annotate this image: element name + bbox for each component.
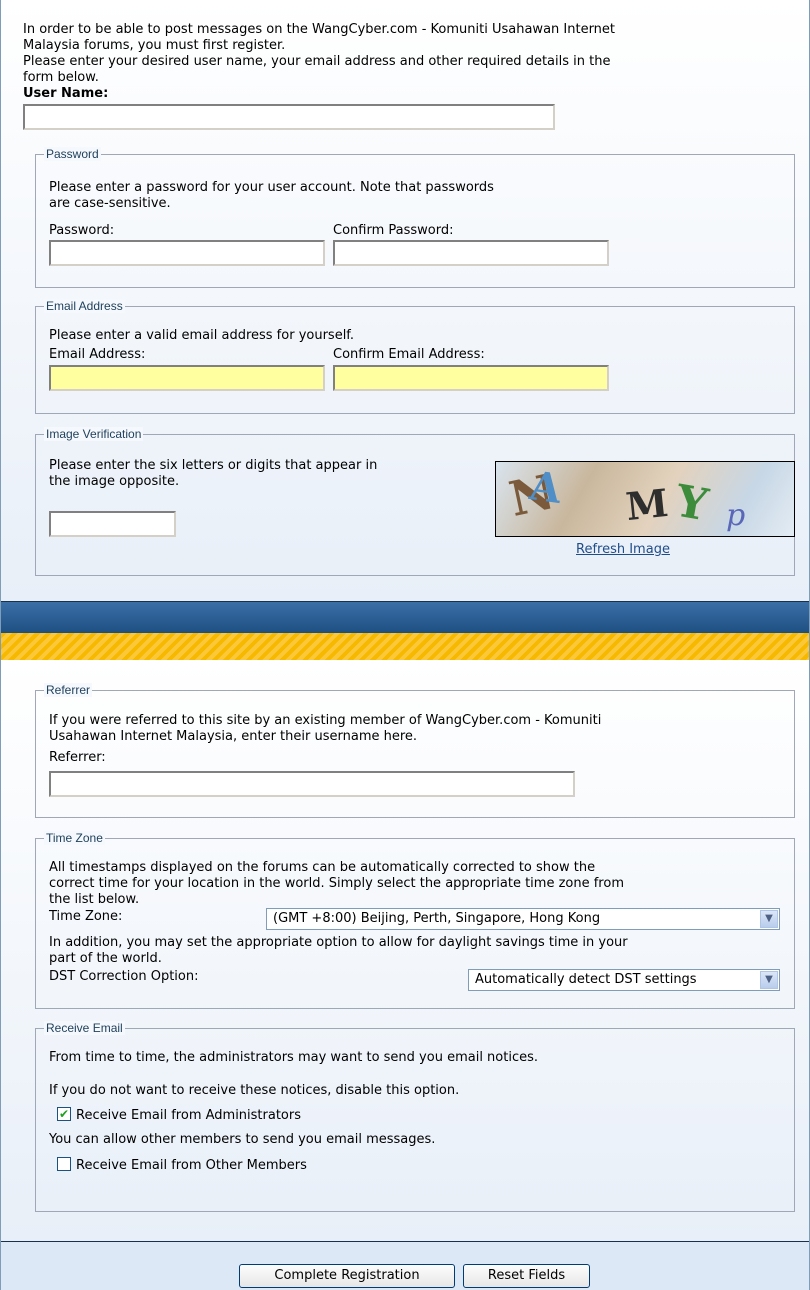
timezone-legend: Time Zone xyxy=(44,831,105,845)
image-verification-fieldset: Image Verification Please enter the six … xyxy=(35,427,795,576)
captcha-glyph-2: A xyxy=(526,462,565,513)
dst-label: DST Correction Option: xyxy=(49,969,199,984)
admin-email-checkbox[interactable]: ✔ xyxy=(57,1107,71,1121)
confirm-password-input[interactable] xyxy=(333,240,609,266)
header-bar xyxy=(1,601,809,634)
captcha-glyph-5: p xyxy=(726,498,746,533)
receive-email-fieldset: Receive Email From time to time, the adm… xyxy=(35,1021,795,1212)
verification-help-line-2: the image opposite. xyxy=(49,474,180,489)
dst-help-line-1: In addition, you may set the appropriate… xyxy=(49,935,628,950)
password-input[interactable] xyxy=(49,240,325,266)
email-legend: Email Address xyxy=(44,299,125,313)
username-label: User Name: xyxy=(23,86,109,101)
username-input[interactable] xyxy=(23,104,555,130)
captcha-image: N A M Y p xyxy=(495,461,795,537)
verification-code-input[interactable] xyxy=(49,511,176,537)
referrer-help: If you were referred to this site by an … xyxy=(49,713,789,745)
stripe-bar xyxy=(1,633,809,661)
complete-registration-button[interactable]: Complete Registration xyxy=(239,1264,455,1288)
referrer-label: Referrer: xyxy=(49,750,106,765)
receive-email-legend: Receive Email xyxy=(44,1021,125,1035)
intro-line-3: Please enter your desired user name, you… xyxy=(23,54,611,69)
confirm-password-label: Confirm Password: xyxy=(333,223,454,238)
receive-email-help-1: From time to time, the administrators ma… xyxy=(49,1050,539,1065)
image-verification-legend: Image Verification xyxy=(44,427,144,441)
password-help-line-2: are case-sensitive. xyxy=(49,196,171,211)
password-help: Please enter a password for your user ac… xyxy=(49,180,649,212)
timezone-fieldset: Time Zone All timestamps displayed on th… xyxy=(35,831,795,1009)
timezone-selected-value: (GMT +8:00) Beijing, Perth, Singapore, H… xyxy=(273,911,601,926)
intro-line-4: form below. xyxy=(23,70,99,85)
reset-fields-button[interactable]: Reset Fields xyxy=(463,1264,590,1288)
timezone-label: Time Zone: xyxy=(49,909,123,924)
dst-select[interactable]: Automatically detect DST settings ▼ xyxy=(468,969,780,991)
verification-help-line-1: Please enter the six letters or digits t… xyxy=(49,458,378,473)
referrer-legend: Referrer xyxy=(44,683,93,697)
registration-page: In order to be able to post messages on … xyxy=(0,0,810,1290)
timezone-help-line-1: All timestamps displayed on the forums c… xyxy=(49,860,596,875)
confirm-email-input[interactable] xyxy=(333,365,609,391)
dst-help-line-2: part of the world. xyxy=(49,951,162,966)
email-input[interactable] xyxy=(49,365,325,391)
dst-help: In addition, you may set the appropriate… xyxy=(49,935,789,967)
email-fieldset: Email Address Please enter a valid email… xyxy=(35,299,795,414)
intro-text: In order to be able to post messages on … xyxy=(23,22,793,86)
checkmark-icon: ✔ xyxy=(58,1107,70,1121)
confirm-email-label: Confirm Email Address: xyxy=(333,347,485,362)
refresh-image-link[interactable]: Refresh Image xyxy=(576,542,670,557)
referrer-help-line-1: If you were referred to this site by an … xyxy=(49,713,602,728)
chevron-down-icon[interactable]: ▼ xyxy=(760,971,778,989)
dst-selected-value: Automatically detect DST settings xyxy=(475,972,697,987)
timezone-help-line-3: the list below. xyxy=(49,892,140,907)
captcha-glyph-3: M xyxy=(623,479,671,530)
intro-line-2: Malaysia forums, you must first register… xyxy=(23,38,286,53)
password-legend: Password xyxy=(44,147,101,161)
members-email-checkbox[interactable] xyxy=(57,1157,71,1171)
intro-line-1: In order to be able to post messages on … xyxy=(23,22,616,37)
email-help: Please enter a valid email address for y… xyxy=(49,328,355,343)
referrer-input[interactable] xyxy=(49,771,575,797)
form-footer: Complete Registration Reset Fields xyxy=(1,1241,809,1290)
password-label: Password: xyxy=(49,223,115,238)
referrer-fieldset: Referrer If you were referred to this si… xyxy=(35,683,795,818)
verification-help: Please enter the six letters or digits t… xyxy=(49,458,469,490)
registration-details-panel: In order to be able to post messages on … xyxy=(1,0,809,601)
receive-email-help-3: You can allow other members to send you … xyxy=(49,1132,436,1147)
email-label: Email Address: xyxy=(49,347,146,362)
timezone-help-line-2: correct time for your location in the wo… xyxy=(49,876,624,891)
admin-email-checkbox-label[interactable]: Receive Email from Administrators xyxy=(76,1108,301,1124)
password-help-line-1: Please enter a password for your user ac… xyxy=(49,180,494,195)
receive-email-help-2: If you do not want to receive these noti… xyxy=(49,1083,460,1098)
timezone-select[interactable]: (GMT +8:00) Beijing, Perth, Singapore, H… xyxy=(266,908,780,930)
referrer-help-line-2: Usahawan Internet Malaysia, enter their … xyxy=(49,729,418,744)
captcha-glyph-4: Y xyxy=(671,475,712,532)
members-email-checkbox-label[interactable]: Receive Email from Other Members xyxy=(76,1158,307,1174)
chevron-down-icon[interactable]: ▼ xyxy=(760,910,778,928)
password-fieldset: Password Please enter a password for you… xyxy=(35,147,795,288)
additional-info-panel: Referrer If you were referred to this si… xyxy=(1,660,809,1241)
timezone-help: All timestamps displayed on the forums c… xyxy=(49,860,789,908)
